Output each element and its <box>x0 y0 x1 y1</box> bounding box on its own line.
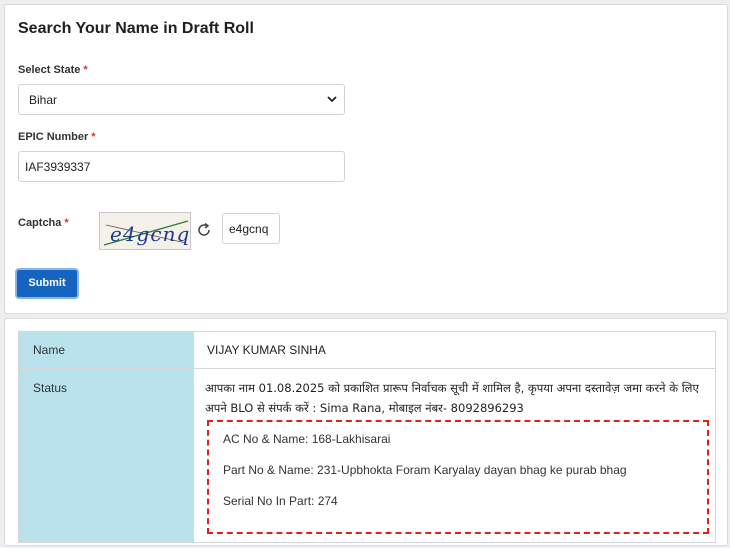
epic-number-input[interactable]: IAF3939337 <box>18 151 345 182</box>
submit-button[interactable]: Submit <box>15 268 79 299</box>
captcha-image: e4gcnq <box>99 212 191 250</box>
state-select[interactable]: Bihar <box>18 84 345 115</box>
refresh-icon[interactable] <box>196 222 212 238</box>
required-mark: * <box>91 131 96 143</box>
required-mark: * <box>83 64 88 76</box>
captcha-input-value: e4gcnq <box>229 222 269 236</box>
page-title: Search Your Name in Draft Roll <box>18 20 254 37</box>
serial-info: Serial No In Part: 274 <box>223 494 338 508</box>
ac-info: AC No & Name: 168-Lakhisarai <box>223 432 391 446</box>
captcha-label-text: Captcha <box>18 217 62 229</box>
part-info: Part No & Name: 231-Upbhokta Foram Karya… <box>223 463 627 477</box>
chevron-down-icon <box>327 96 337 103</box>
captcha-label: Captcha * <box>18 217 69 229</box>
status-message: आपका नाम 01.08.2025 को प्रकाशित प्रारूप … <box>205 381 699 415</box>
name-value: VIJAY KUMAR SINHA <box>193 331 716 369</box>
captcha-input[interactable]: e4gcnq <box>222 213 280 244</box>
captcha-graphic: e4gcnq <box>103 220 190 246</box>
state-label-text: Select State <box>18 64 81 76</box>
name-header: Name <box>18 331 194 369</box>
captcha-image-text: e4gcnq <box>110 222 190 246</box>
state-select-value: Bihar <box>29 93 58 107</box>
required-mark: * <box>64 217 69 229</box>
epic-number-value: IAF3939337 <box>25 160 91 174</box>
epic-label-text: EPIC Number <box>18 131 89 143</box>
state-label: Select State * <box>18 64 88 76</box>
epic-label: EPIC Number * <box>18 131 96 143</box>
status-header: Status <box>18 368 194 543</box>
